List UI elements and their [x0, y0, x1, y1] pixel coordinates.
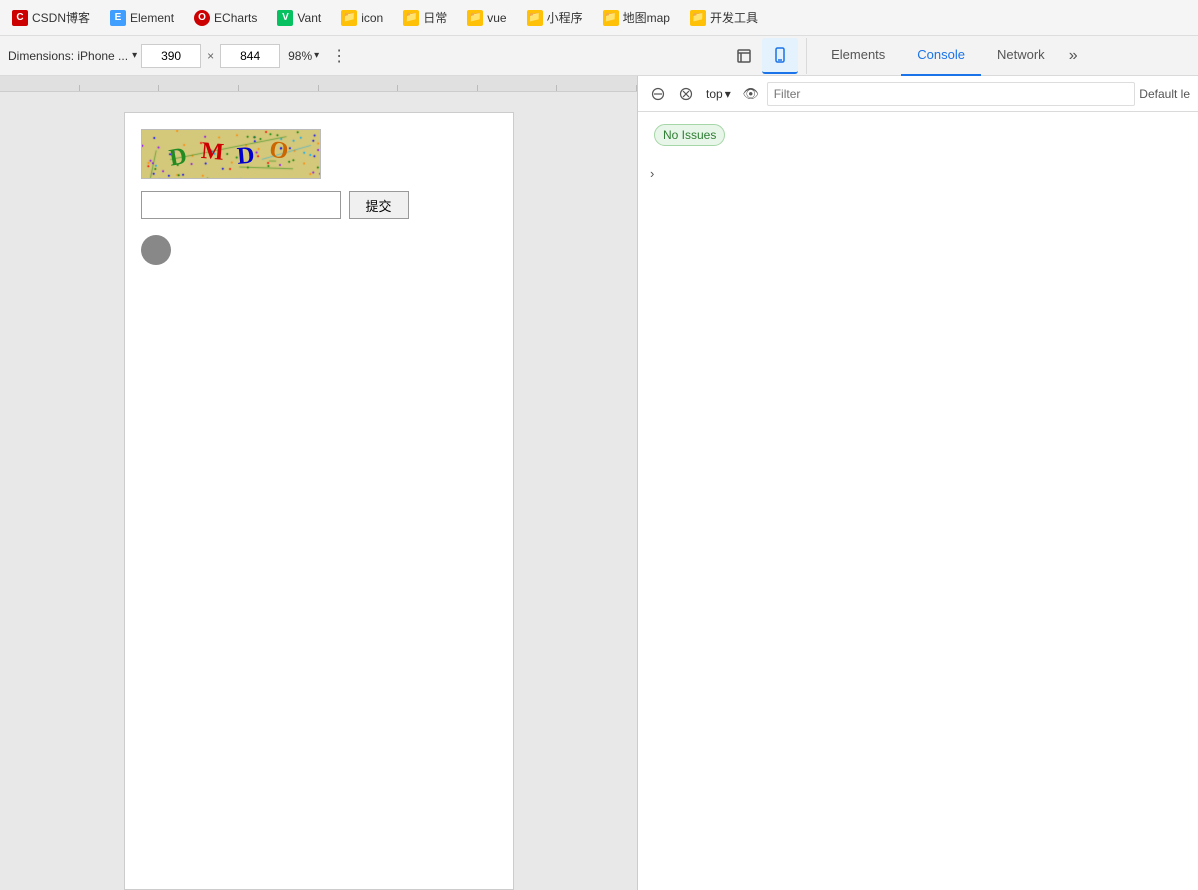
bookmark-element-label: Element — [130, 11, 174, 25]
icon-folder-icon: 📁 — [341, 10, 357, 26]
zoom-dropdown-icon: ▾ — [314, 50, 319, 61]
bookmark-element[interactable]: E Element — [106, 8, 178, 28]
devtools-folder-icon: 📁 — [690, 10, 706, 26]
bookmarks-bar: C CSDN博客 E Element O ECharts V Vant 📁 ic… — [0, 0, 1198, 36]
bookmark-echarts[interactable]: O ECharts — [190, 8, 261, 28]
ruler-tick — [159, 85, 239, 91]
clear-console-button[interactable] — [646, 82, 670, 106]
top-context-dropdown[interactable]: top ▾ — [702, 85, 735, 103]
devtools-panel: top ▾ 👁 Default le No Issues › — [638, 76, 1198, 890]
bookmark-daily[interactable]: 📁 日常 — [399, 7, 451, 28]
ruler-tick — [80, 85, 160, 91]
tab-console[interactable]: Console — [901, 36, 981, 76]
ruler-tick — [239, 85, 319, 91]
height-input[interactable] — [220, 44, 280, 68]
bookmark-icon[interactable]: 📁 icon — [337, 8, 387, 28]
vant-icon: V — [277, 10, 293, 26]
ruler-tick — [0, 85, 80, 91]
input-row: 提交 — [141, 191, 497, 219]
browser-panel: D M D O 提交 — [0, 76, 638, 890]
captcha-image[interactable]: D M D O — [141, 129, 321, 179]
browser-content: D M D O 提交 — [0, 92, 637, 890]
echarts-icon: O — [194, 10, 210, 26]
device-toolbar-button[interactable] — [762, 38, 798, 74]
more-tabs-button[interactable]: » — [1061, 36, 1086, 76]
bookmark-devtools[interactable]: 📁 开发工具 — [686, 7, 762, 28]
filter-input[interactable] — [767, 82, 1136, 106]
tab-network[interactable]: Network — [981, 36, 1061, 76]
no-issues-badge: No Issues — [654, 124, 725, 146]
devtools-left-icons — [726, 38, 807, 74]
ruler-tick — [319, 85, 399, 91]
bookmark-vue[interactable]: 📁 vue — [463, 8, 510, 28]
dimension-separator: × — [207, 49, 214, 63]
bookmark-csdn-label: CSDN博客 — [32, 9, 90, 26]
captcha-letter-d1: D — [168, 142, 194, 172]
bookmark-vue-label: vue — [487, 11, 506, 25]
bookmark-vant[interactable]: V Vant — [273, 8, 325, 28]
bookmark-map[interactable]: 📁 地图map — [599, 7, 674, 28]
zoom-value: 98% — [288, 49, 312, 63]
captcha-letter-m: M — [200, 137, 229, 166]
top-label: top — [706, 87, 723, 101]
eye-icon-button[interactable]: 👁 — [739, 82, 763, 106]
daily-folder-icon: 📁 — [403, 10, 419, 26]
default-level-label: Default le — [1139, 87, 1190, 101]
devtools-tabs: Elements Console Network » — [815, 36, 1190, 76]
dimensions-label: Dimensions: iPhone ... — [8, 49, 128, 63]
ruler-tick — [478, 85, 558, 91]
more-options-button[interactable]: ⋮ — [327, 44, 351, 68]
submit-button[interactable]: 提交 — [349, 191, 409, 219]
ruler-tick — [557, 85, 637, 91]
bookmark-devtools-label: 开发工具 — [710, 9, 758, 26]
stop-icon-button[interactable] — [674, 82, 698, 106]
captcha-letter-d2: D — [237, 142, 261, 171]
bookmark-csdn[interactable]: C CSDN博客 — [8, 7, 94, 28]
vue-folder-icon: 📁 — [467, 10, 483, 26]
captcha-input[interactable] — [141, 191, 341, 219]
top-dropdown-icon: ▾ — [725, 87, 731, 101]
bookmark-echarts-label: ECharts — [214, 11, 257, 25]
inspect-element-button[interactable] — [726, 38, 762, 74]
expand-arrow[interactable]: › — [646, 162, 658, 185]
ruler-tick — [398, 85, 478, 91]
captcha-letter-o: O — [267, 136, 293, 166]
zoom-control[interactable]: 98% ▾ — [288, 49, 319, 63]
tab-elements[interactable]: Elements — [815, 36, 901, 76]
devtools-toolbar: Dimensions: iPhone ... ▾ × 98% ▾ ⋮ Eleme… — [0, 36, 1198, 76]
bookmark-miniapp-label: 小程序 — [547, 9, 583, 26]
main-container: D M D O 提交 — [0, 76, 1198, 890]
miniapp-folder-icon: 📁 — [527, 10, 543, 26]
bookmark-miniapp[interactable]: 📁 小程序 — [523, 7, 587, 28]
dimension-control: Dimensions: iPhone ... ▾ × — [8, 44, 280, 68]
csdn-icon: C — [12, 10, 28, 26]
drag-circle[interactable] — [141, 235, 171, 265]
captcha-text: D M D O — [169, 141, 291, 168]
bookmark-vant-label: Vant — [297, 11, 321, 25]
bookmark-icon-label: icon — [361, 11, 383, 25]
dimensions-dropdown-icon[interactable]: ▾ — [132, 50, 137, 61]
issues-area: No Issues — [638, 112, 1198, 158]
console-toolbar: top ▾ 👁 Default le — [638, 76, 1198, 112]
phone-frame: D M D O 提交 — [124, 112, 514, 890]
width-input[interactable] — [141, 44, 201, 68]
element-icon: E — [110, 10, 126, 26]
map-folder-icon: 📁 — [603, 10, 619, 26]
console-content: › — [638, 158, 1198, 890]
bookmark-map-label: 地图map — [623, 9, 670, 26]
bookmark-daily-label: 日常 — [423, 9, 447, 26]
horizontal-ruler — [0, 76, 637, 92]
